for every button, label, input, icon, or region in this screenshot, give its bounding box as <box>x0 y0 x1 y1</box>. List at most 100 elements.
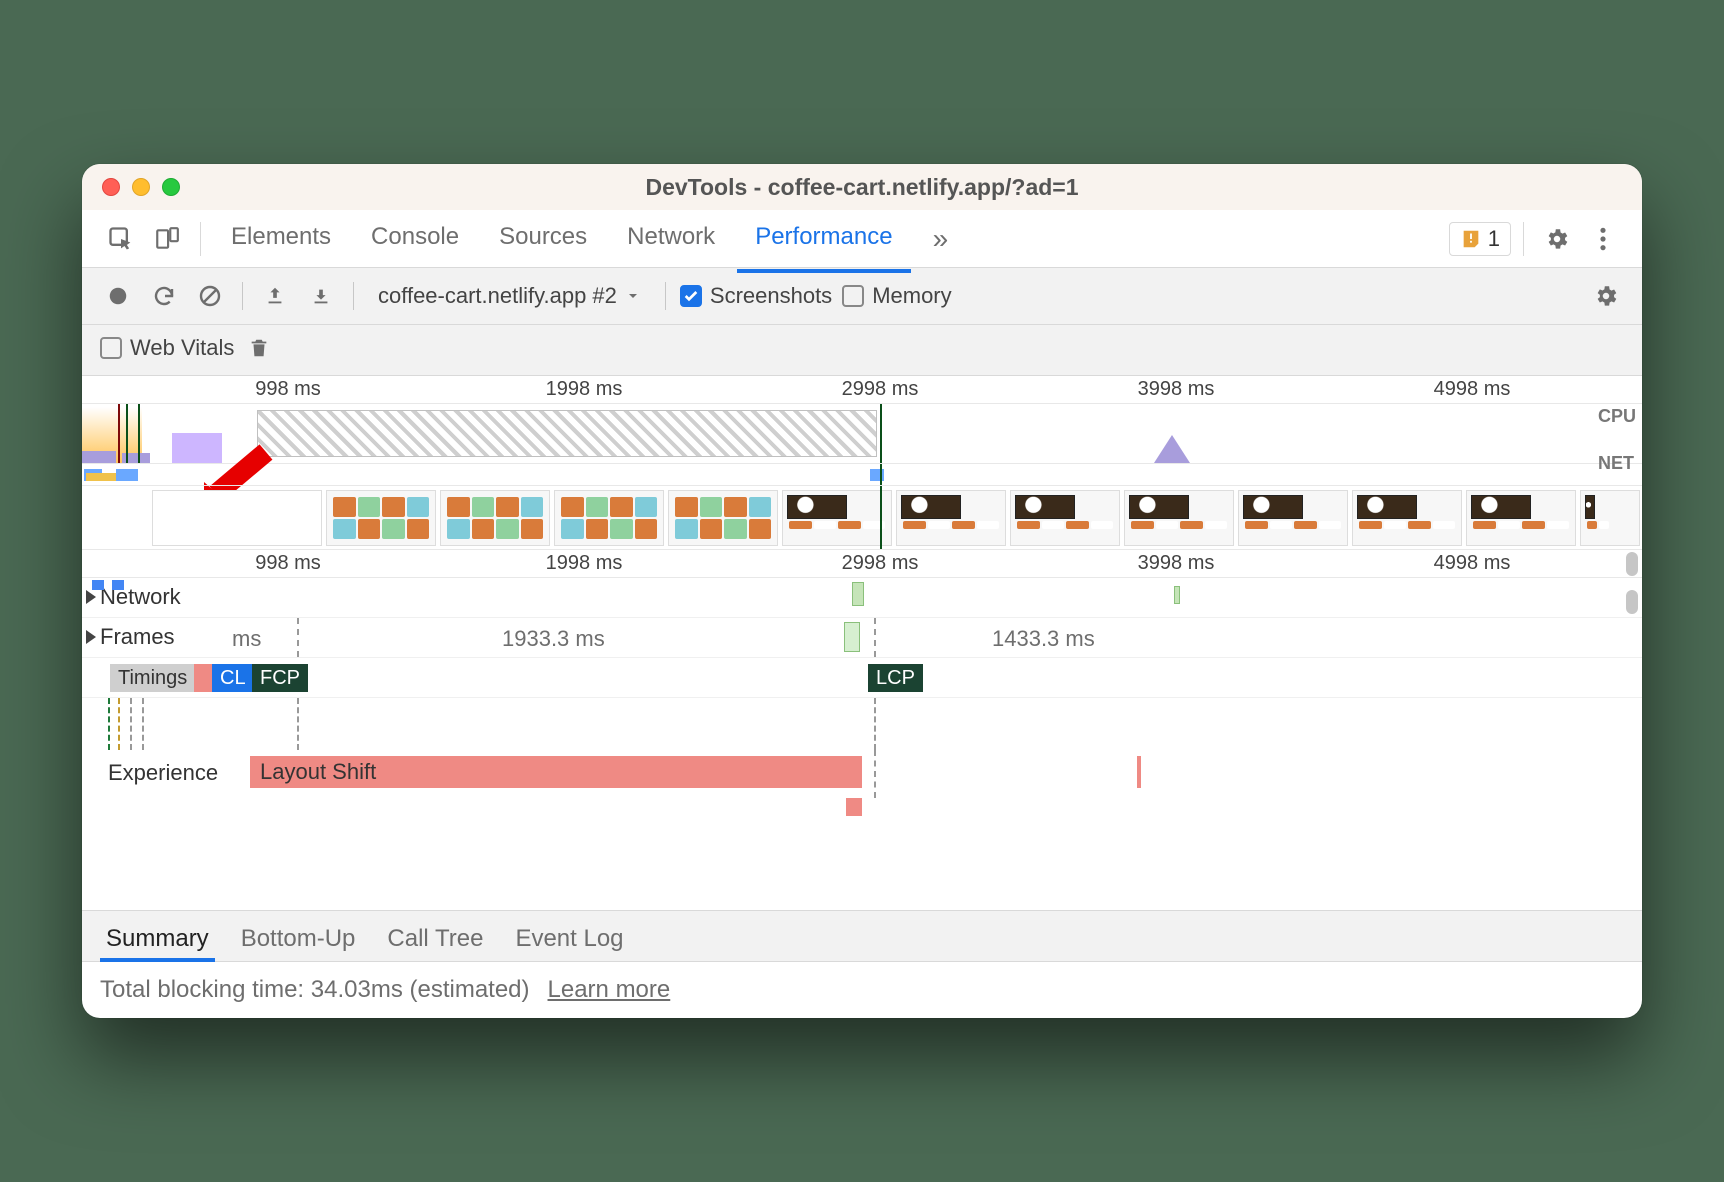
track-row-experience2 <box>82 798 1642 820</box>
divider <box>200 222 201 256</box>
inspect-element-icon[interactable] <box>100 218 142 260</box>
recording-name: coffee-cart.netlify.app #2 <box>378 283 617 309</box>
checkbox-icon <box>842 285 864 307</box>
checkbox-icon <box>100 337 122 359</box>
filmstrip-thumb[interactable] <box>440 490 550 546</box>
ruler-tick: 1998 ms <box>546 378 623 401</box>
filmstrip-thumb[interactable] <box>1352 490 1462 546</box>
summary-tab-bottom-up[interactable]: Bottom-Up <box>235 915 362 961</box>
ruler-tick: 998 ms <box>255 378 321 401</box>
filmstrip-thumb[interactable] <box>1466 490 1576 546</box>
summary-tab-call-tree[interactable]: Call Tree <box>381 915 489 961</box>
ruler-tick: 1998 ms <box>546 552 623 575</box>
summary-tabstrip: Summary Bottom-Up Call Tree Event Log <box>82 910 1642 962</box>
web-vitals-label: Web Vitals <box>130 335 234 361</box>
overview-cpu-strip[interactable] <box>82 404 1642 464</box>
track-row-frames[interactable]: Frames ms 1933.3 ms 1433.3 ms <box>82 618 1642 658</box>
tab-performance[interactable]: Performance <box>737 217 910 261</box>
overview-net-strip[interactable] <box>82 464 1642 486</box>
timing-cls-tag[interactable]: CL <box>212 664 254 692</box>
filmstrip-thumb[interactable] <box>1010 490 1120 546</box>
divider <box>665 282 666 310</box>
ruler-tick: 3998 ms <box>1138 552 1215 575</box>
filmstrip-thumb[interactable] <box>782 490 892 546</box>
performance-toolbar-secondary: Web Vitals <box>82 325 1642 376</box>
learn-more-link[interactable]: Learn more <box>548 976 671 1004</box>
track-row-network[interactable]: Network <box>82 578 1642 618</box>
track-header-frames[interactable]: Frames <box>86 624 175 650</box>
titlebar: DevTools - coffee-cart.netlify.app/?ad=1 <box>82 164 1642 210</box>
filmstrip-thumb[interactable] <box>668 490 778 546</box>
vertical-scrollbar[interactable] <box>1626 550 1638 910</box>
capture-settings-icon[interactable] <box>1588 278 1624 314</box>
flamechart-tracks[interactable]: 998 ms 1998 ms 2998 ms 3998 ms 4998 ms N… <box>82 550 1642 910</box>
track-row-experience[interactable]: Experience Layout Shift <box>82 750 1642 798</box>
ruler-tick: 4998 ms <box>1434 378 1511 401</box>
checkbox-icon <box>680 285 702 307</box>
layout-shift-label: Layout Shift <box>260 759 376 785</box>
screenshot-filmstrip[interactable] <box>82 486 1642 550</box>
performance-toolbar: coffee-cart.netlify.app #2 Screenshots M… <box>82 268 1642 325</box>
more-tabs-button[interactable]: » <box>915 217 967 261</box>
filmstrip-thumb[interactable] <box>896 490 1006 546</box>
screenshots-checkbox[interactable]: Screenshots <box>680 283 832 309</box>
overview-ruler[interactable]: 998 ms 1998 ms 2998 ms 3998 ms 4998 ms <box>82 376 1642 404</box>
upload-profile-button[interactable] <box>257 278 293 314</box>
detail-ruler[interactable]: 998 ms 1998 ms 2998 ms 3998 ms 4998 ms <box>82 550 1642 578</box>
issues-badge[interactable]: 1 <box>1449 222 1511 256</box>
frame-duration-partial: ms <box>232 626 261 652</box>
delete-recording-icon[interactable] <box>248 336 270 360</box>
filmstrip-thumb[interactable] <box>326 490 436 546</box>
ruler-tick: 2998 ms <box>842 378 919 401</box>
minimize-window-button[interactable] <box>132 178 150 196</box>
divider <box>1523 222 1524 256</box>
track-row-timings[interactable]: Timings CL FCP LCP <box>82 658 1642 698</box>
filmstrip-thumb[interactable] <box>1238 490 1348 546</box>
filmstrip-thumb[interactable] <box>1580 490 1640 546</box>
panel-tabstrip: Elements Console Sources Network Perform… <box>82 210 1642 268</box>
track-row-spacer <box>82 698 1642 750</box>
track-label: Frames <box>100 624 175 650</box>
track-label-experience: Experience <box>108 760 218 786</box>
device-toolbar-icon[interactable] <box>146 218 188 260</box>
divider <box>353 282 354 310</box>
layout-shift-bar[interactable]: Layout Shift <box>250 756 862 788</box>
maximize-window-button[interactable] <box>162 178 180 196</box>
tab-elements[interactable]: Elements <box>213 217 349 261</box>
kebab-menu-icon[interactable] <box>1582 218 1624 260</box>
memory-label: Memory <box>872 283 951 309</box>
filmstrip-thumb[interactable] <box>152 490 322 546</box>
divider <box>242 282 243 310</box>
summary-tab-event-log[interactable]: Event Log <box>509 915 629 961</box>
track-label-timings: Timings <box>110 664 195 692</box>
recording-selector[interactable]: coffee-cart.netlify.app #2 <box>368 279 651 313</box>
memory-checkbox[interactable]: Memory <box>842 283 951 309</box>
timing-lcp-tag[interactable]: LCP <box>868 664 923 692</box>
filmstrip-thumb[interactable] <box>554 490 664 546</box>
disclosure-triangle-icon <box>86 630 96 644</box>
ruler-tick: 4998 ms <box>1434 552 1511 575</box>
performance-timeline[interactable]: 998 ms 1998 ms 2998 ms 3998 ms 4998 ms C… <box>82 376 1642 910</box>
tab-console[interactable]: Console <box>353 217 477 261</box>
chevron-down-icon <box>625 288 641 304</box>
record-button[interactable] <box>100 278 136 314</box>
clear-button[interactable] <box>192 278 228 314</box>
settings-icon[interactable] <box>1536 218 1578 260</box>
download-profile-button[interactable] <box>303 278 339 314</box>
summary-tab-summary[interactable]: Summary <box>100 915 215 961</box>
ruler-tick: 3998 ms <box>1138 378 1215 401</box>
layout-shift-sliver[interactable] <box>1137 756 1141 788</box>
web-vitals-checkbox[interactable]: Web Vitals <box>100 335 234 361</box>
summary-status: Total blocking time: 34.03ms (estimated)… <box>82 962 1642 1018</box>
close-window-button[interactable] <box>102 178 120 196</box>
devtools-window: DevTools - coffee-cart.netlify.app/?ad=1… <box>82 164 1642 1018</box>
tab-network[interactable]: Network <box>609 217 733 261</box>
frame-duration: 1433.3 ms <box>992 626 1095 652</box>
layout-shift-sliver[interactable] <box>846 798 862 816</box>
issues-icon <box>1460 228 1482 250</box>
reload-record-button[interactable] <box>146 278 182 314</box>
timing-fcp-tag[interactable]: FCP <box>252 664 308 692</box>
filmstrip-thumb[interactable] <box>1124 490 1234 546</box>
tab-sources[interactable]: Sources <box>481 217 605 261</box>
frame-duration: 1933.3 ms <box>502 626 605 652</box>
